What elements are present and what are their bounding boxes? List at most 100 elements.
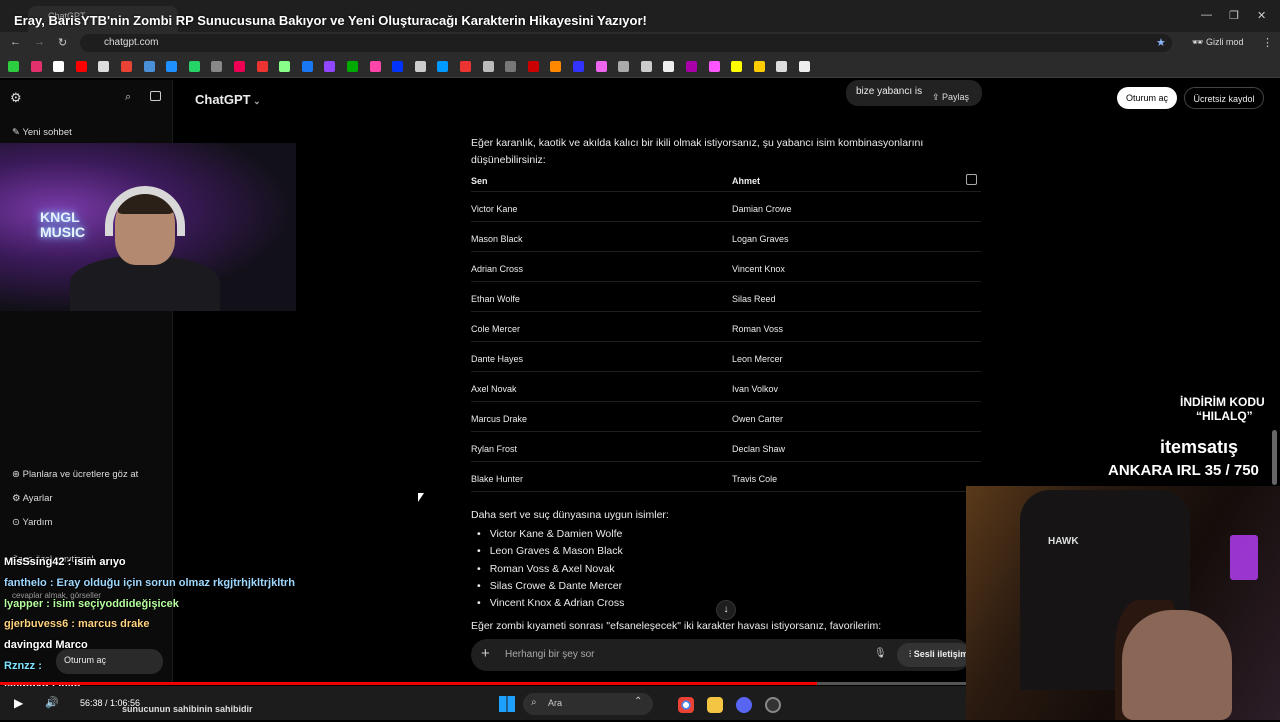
openai-logo-icon[interactable]: ⚙ bbox=[10, 90, 22, 106]
table-cell: Damian Crowe bbox=[732, 204, 792, 214]
login-chip[interactable]: Oturum aç bbox=[56, 649, 163, 674]
bookmark-favicon-icon[interactable] bbox=[347, 61, 358, 72]
new-chat-icon: ✎ bbox=[12, 127, 23, 138]
streamer-2 bbox=[1122, 610, 1232, 720]
table-cell: Logan Graves bbox=[732, 234, 789, 244]
chat-message: MisSsing42 : isim arıyo bbox=[4, 556, 126, 568]
bookmark-favicon-icon[interactable] bbox=[731, 61, 743, 72]
plans-link[interactable]: ⊛ Planlara ve ücretlere göz at bbox=[12, 469, 138, 480]
bookmark-favicon-icon[interactable] bbox=[505, 61, 517, 72]
bookmark-favicon-icon[interactable] bbox=[279, 61, 291, 72]
chevron-up-icon[interactable]: ⌃ bbox=[634, 696, 642, 707]
bookmark-favicon-icon[interactable] bbox=[166, 61, 178, 72]
bookmark-favicon-icon[interactable] bbox=[753, 61, 765, 72]
bookmark-favicon-icon[interactable] bbox=[618, 61, 630, 72]
bookmark-favicon-icon[interactable] bbox=[460, 61, 471, 72]
plans-label: Planlara ve ücretlere göz at bbox=[22, 469, 139, 480]
bookmark-favicon-icon[interactable] bbox=[663, 61, 675, 72]
bookmark-favicon-icon[interactable] bbox=[708, 61, 720, 72]
bookmark-favicon-icon[interactable] bbox=[30, 61, 42, 72]
bookmark-favicon-icon[interactable] bbox=[392, 61, 404, 72]
footer-note: sunucunun sahibinin sahibidir bbox=[122, 704, 253, 714]
app-icon[interactable] bbox=[765, 697, 781, 713]
close-icon[interactable]: ✕ bbox=[1257, 9, 1266, 22]
list-item: Roman Voss & Axel Novak bbox=[477, 563, 624, 580]
bookmark-favicon-icon[interactable] bbox=[550, 61, 562, 72]
discord-icon[interactable] bbox=[736, 697, 752, 713]
volume-icon[interactable]: 🔊 bbox=[45, 696, 59, 709]
chat-message: gjerbuvess6 : marcus drake bbox=[4, 618, 150, 631]
bookmark-favicon-icon[interactable] bbox=[640, 61, 652, 72]
bookmark-favicon-icon[interactable] bbox=[799, 61, 810, 72]
url-text: chatgpt.com bbox=[104, 37, 159, 48]
table-row: Ethan Wolfe Silas Reed bbox=[471, 282, 981, 312]
signup-button[interactable]: Ücretsiz kaydol bbox=[1184, 87, 1264, 109]
share-button[interactable]: ⇪ Paylaş bbox=[932, 92, 969, 103]
bookmark-favicon-icon[interactable] bbox=[437, 61, 449, 72]
play-icon[interactable]: ▶ bbox=[14, 696, 23, 710]
login-button[interactable]: Oturum aç bbox=[1117, 87, 1177, 109]
model-name: ChatGPT bbox=[195, 92, 251, 107]
settings-link[interactable]: ⚙ Ayarlar bbox=[12, 493, 53, 504]
back-icon[interactable]: ← bbox=[10, 36, 21, 48]
search-icon[interactable]: ⌕ bbox=[125, 91, 131, 104]
bookmark-favicon-icon[interactable] bbox=[369, 61, 381, 72]
zombie-paragraph: Eğer zombi kıyameti sonrası "efsaneleşec… bbox=[471, 620, 882, 632]
table-cell: Silas Reed bbox=[732, 294, 776, 304]
bookmark-favicon-icon[interactable] bbox=[573, 61, 584, 72]
taskbar bbox=[0, 686, 966, 720]
bookmark-favicon-icon[interactable] bbox=[75, 61, 87, 72]
bookmark-favicon-icon[interactable] bbox=[482, 61, 494, 72]
bookmark-favicon-icon[interactable] bbox=[527, 61, 539, 72]
maximize-icon[interactable]: ❐ bbox=[1229, 9, 1239, 22]
table-cell: Owen Carter bbox=[732, 414, 784, 424]
share-icon: ⇪ bbox=[932, 92, 943, 102]
plus-icon[interactable]: + bbox=[481, 645, 490, 662]
voice-mode-button[interactable]: ⫶ Sesli iletişim bbox=[897, 643, 971, 667]
mic-icon[interactable]: 🎙 bbox=[874, 648, 887, 659]
table-row: Cole Mercer Roman Voss bbox=[471, 312, 981, 342]
bookmark-favicon-icon[interactable] bbox=[256, 61, 268, 72]
bookmark-favicon-icon[interactable] bbox=[324, 61, 336, 72]
bookmark-favicon-icon[interactable] bbox=[301, 61, 313, 72]
scroll-down-icon[interactable]: ↓ bbox=[716, 600, 736, 620]
bookmark-favicon-icon[interactable] bbox=[595, 61, 607, 72]
file-explorer-icon[interactable] bbox=[707, 697, 723, 713]
address-bar[interactable]: chatgpt.com bbox=[80, 34, 1172, 52]
list-item: Silas Crowe & Dante Mercer bbox=[477, 580, 624, 597]
prompt-input[interactable]: Herhangi bir şey sor bbox=[505, 649, 594, 660]
promo-brand: itemsatış bbox=[1160, 437, 1239, 457]
bookmark-favicon-icon[interactable] bbox=[143, 61, 155, 72]
bookmark-favicon-icon[interactable] bbox=[188, 61, 200, 72]
bookmark-favicon-icon[interactable] bbox=[776, 61, 788, 72]
page-scrollbar[interactable] bbox=[1272, 430, 1277, 485]
minimize-icon[interactable]: — bbox=[1201, 9, 1212, 21]
bookmark-favicon-icon[interactable] bbox=[234, 61, 245, 72]
forward-icon[interactable]: → bbox=[34, 36, 45, 48]
bookmark-favicon-icon[interactable] bbox=[414, 61, 426, 72]
list-item: Vincent Knox & Adrian Cross bbox=[477, 597, 625, 614]
bookmark-favicon-icon[interactable] bbox=[53, 61, 65, 72]
bookmark-star-icon[interactable]: ★ bbox=[1156, 36, 1166, 49]
chrome-icon[interactable] bbox=[678, 697, 694, 713]
mouse-cursor bbox=[418, 493, 424, 502]
settings-label: Ayarlar bbox=[22, 493, 53, 504]
windows-start-icon[interactable] bbox=[499, 696, 515, 712]
bookmark-favicon-icon[interactable] bbox=[211, 61, 223, 72]
promo-goal: ANKARA IRL 35 / 750 bbox=[1108, 462, 1259, 479]
incognito-badge[interactable]: 🕶 Gizli mod bbox=[1192, 37, 1243, 48]
new-chat-button[interactable]: ✎ Yeni sohbet bbox=[12, 127, 72, 138]
help-link[interactable]: ⊙ Yardım bbox=[12, 517, 52, 528]
reload-icon[interactable]: ↻ bbox=[58, 36, 67, 49]
table-row: Marcus Drake Owen Carter bbox=[471, 402, 981, 432]
sidebar-toggle-icon[interactable] bbox=[150, 91, 161, 101]
bookmark-favicon-icon[interactable] bbox=[121, 61, 132, 72]
bookmark-favicon-icon[interactable] bbox=[686, 61, 697, 72]
taskbar-search-label: Ara bbox=[548, 698, 563, 708]
names-table: Sen Ahmet Victor Kane Damian Crowe Mason B… bbox=[471, 172, 981, 492]
bookmark-favicon-icon[interactable] bbox=[98, 61, 110, 72]
table-cell: Adrian Cross bbox=[471, 264, 524, 274]
menu-icon[interactable]: ⋮ bbox=[1262, 36, 1273, 49]
bookmark-favicon-icon[interactable] bbox=[8, 61, 19, 72]
model-selector[interactable]: ChatGPT ⌄ bbox=[195, 92, 261, 107]
